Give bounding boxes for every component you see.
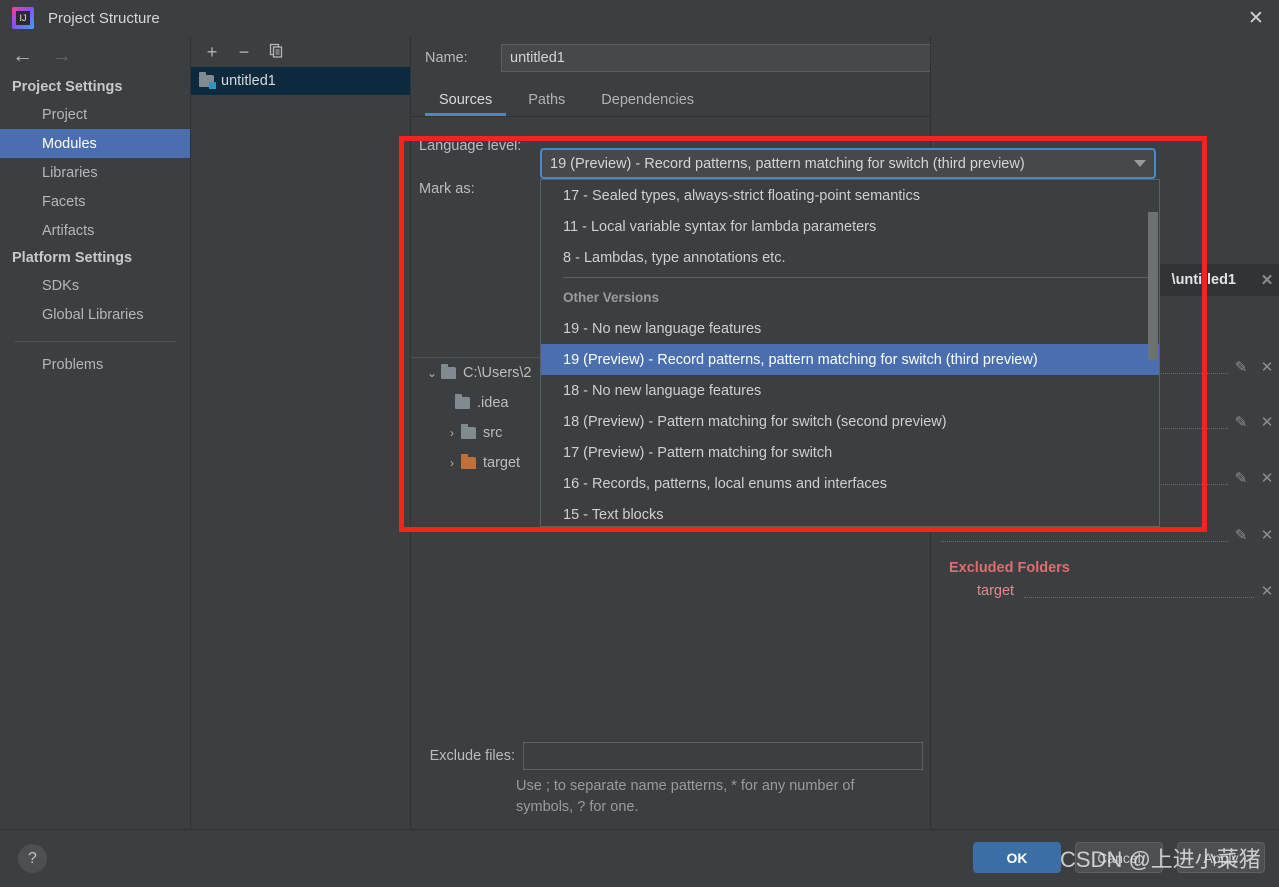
folder-icon [461, 424, 476, 439]
watermark: CSDN @上进小菜猪 [1060, 847, 1261, 872]
dropdown-option-8[interactable]: 8 - Lambdas, type annotations etc. [541, 242, 1159, 273]
exclude-files-input[interactable] [523, 742, 923, 770]
settings-sidebar: ← → Project Settings Project Modules Lib… [0, 36, 191, 829]
language-level-combobox[interactable]: 19 (Preview) - Record patterns, pattern … [540, 148, 1156, 179]
sidebar-item-global-libraries[interactable]: Global Libraries [0, 300, 190, 329]
exclude-hint-line-1: Use ; to separate name patterns, * for a… [516, 778, 855, 794]
close-icon[interactable]: ✕ [1233, 0, 1279, 36]
dropdown-option-17[interactable]: 17 - Sealed types, always-strict floatin… [541, 180, 1159, 211]
close-icon[interactable]: ✕ [1254, 360, 1279, 375]
tab-sources[interactable]: Sources [425, 88, 506, 116]
close-icon[interactable]: ✕ [1254, 415, 1279, 430]
sidebar-item-problems[interactable]: Problems [0, 350, 190, 379]
dropdown-option-18-preview[interactable]: 18 (Preview) - Pattern matching for swit… [541, 406, 1159, 437]
sidebar-nav: ← → [0, 36, 190, 74]
help-button[interactable]: ? [18, 844, 47, 873]
dropdown-scrollbar[interactable] [1148, 212, 1158, 360]
back-arrow-icon[interactable]: ← [12, 45, 33, 66]
chevron-down-icon[interactable]: ⌄ [423, 366, 441, 380]
excluded-folder-label: target [977, 583, 1015, 599]
edit-pencil-icon[interactable]: ✎ [1228, 471, 1254, 486]
exclude-hint-line-2: symbols, ? for one. [516, 799, 639, 815]
chevron-right-icon[interactable]: › [443, 426, 461, 440]
exclude-files-label: Exclude files: [429, 748, 515, 764]
edit-pencil-icon[interactable]: ✎ [1228, 360, 1254, 375]
tab-dependencies[interactable]: Dependencies [587, 88, 708, 116]
window-title: Project Structure [48, 9, 160, 27]
close-icon[interactable]: ✕ [1254, 584, 1279, 599]
dropdown-divider [563, 277, 1149, 278]
dropdown-option-16[interactable]: 16 - Records, patterns, local enums and … [541, 468, 1159, 499]
language-level-label: Language level: [419, 138, 522, 154]
close-icon[interactable]: ✕ [1254, 528, 1279, 543]
modules-list-panel: + − untitled1 [191, 36, 411, 829]
chevron-down-icon[interactable] [1134, 160, 1146, 167]
tree-label: .idea [477, 395, 509, 411]
folder-icon [455, 394, 470, 409]
chevron-right-icon[interactable]: › [443, 456, 461, 470]
add-module-button[interactable]: + [203, 43, 221, 61]
sidebar-item-modules[interactable]: Modules [0, 129, 190, 158]
sidebar-item-facets[interactable]: Facets [0, 187, 190, 216]
sidebar-item-project[interactable]: Project [0, 100, 190, 129]
dropdown-option-11[interactable]: 11 - Local variable syntax for lambda pa… [541, 211, 1159, 242]
list-item[interactable]: untitled1 [191, 67, 410, 95]
source-folders-title: \untitled1 [1171, 272, 1236, 288]
name-label: Name: [425, 50, 468, 66]
mark-as-label: Mark as: [419, 181, 475, 197]
module-folder-icon [199, 72, 216, 89]
dropdown-option-17-preview[interactable]: 17 (Preview) - Pattern matching for swit… [541, 437, 1159, 468]
remove-module-button[interactable]: − [235, 43, 253, 61]
excluded-folder-icon [461, 454, 476, 469]
dropdown-option-19-preview[interactable]: 19 (Preview) - Record patterns, pattern … [541, 344, 1159, 375]
language-level-dropdown[interactable]: 17 - Sealed types, always-strict floatin… [540, 179, 1160, 527]
intellij-idea-icon: IJ [12, 7, 34, 29]
close-icon[interactable]: ✕ [1254, 471, 1279, 486]
sidebar-item-sdks[interactable]: SDKs [0, 271, 190, 300]
tree-label: C:\Users\2 [463, 365, 532, 381]
row-dots [941, 529, 1228, 542]
excluded-folders-header: Excluded Folders [949, 560, 1070, 576]
tree-label: src [483, 425, 503, 441]
edit-pencil-icon[interactable]: ✎ [1228, 415, 1254, 430]
modules-toolbar: + − [191, 36, 410, 67]
forward-arrow-icon[interactable]: → [51, 45, 72, 66]
sidebar-item-artifacts[interactable]: Artifacts [0, 216, 190, 245]
sidebar-group-platform-settings: Platform Settings [12, 250, 133, 266]
tab-paths[interactable]: Paths [514, 88, 579, 116]
excluded-folder-row[interactable]: target ✕ [931, 580, 1279, 602]
sidebar-divider [14, 341, 176, 342]
dropdown-option-18[interactable]: 18 - No new language features [541, 375, 1159, 406]
dropdown-option-15[interactable]: 15 - Text blocks [541, 499, 1159, 526]
table-row[interactable]: ✎ ✕ [931, 524, 1279, 546]
module-name: untitled1 [221, 73, 276, 89]
close-icon[interactable]: ✕ [1254, 273, 1279, 288]
tree-label: target [483, 455, 521, 471]
sidebar-item-libraries[interactable]: Libraries [0, 158, 190, 187]
window-title-bar: IJ Project Structure ✕ [0, 0, 1279, 37]
dropdown-group-other-versions: Other Versions [563, 290, 660, 305]
sidebar-group-project-settings: Project Settings [12, 79, 123, 95]
folder-icon [441, 364, 456, 379]
edit-pencil-icon[interactable]: ✎ [1228, 528, 1254, 543]
language-level-value: 19 (Preview) - Record patterns, pattern … [550, 155, 1025, 172]
exclude-files-section: Exclude files: Use ; to separate name pa… [411, 742, 930, 818]
copy-icon[interactable] [267, 43, 285, 61]
ok-button[interactable]: OK [973, 842, 1061, 873]
row-dots [1024, 585, 1254, 598]
dropdown-option-19[interactable]: 19 - No new language features [541, 313, 1159, 344]
exclude-files-hint: Use ; to separate name patterns, * for a… [516, 776, 916, 818]
